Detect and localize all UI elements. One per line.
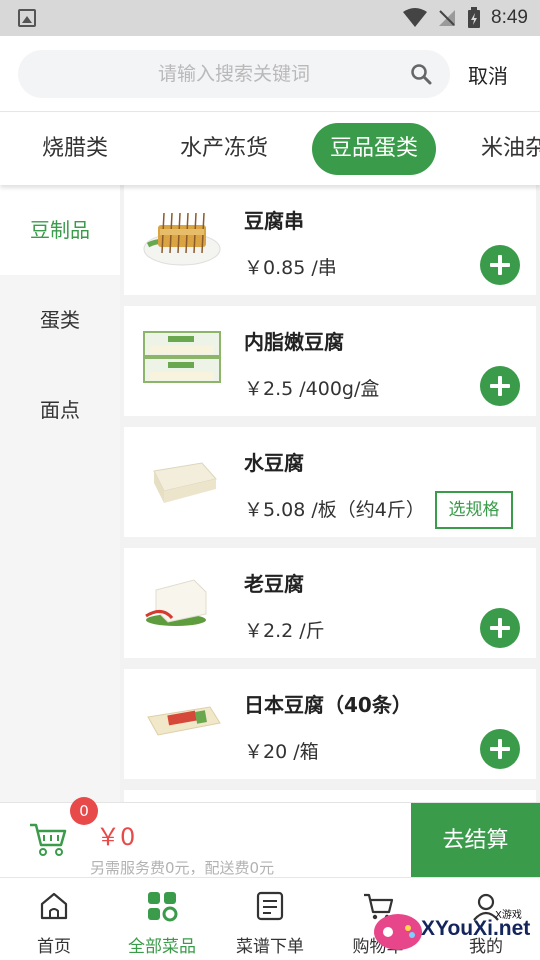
add-to-cart-button[interactable]: [480, 729, 520, 769]
image-notification-icon: [18, 9, 36, 27]
subcategory-sidebar: 豆制品 蛋类 面点: [0, 185, 120, 802]
battery-charging-icon: [468, 7, 481, 28]
search-header: 取消: [0, 36, 540, 112]
search-icon[interactable]: [410, 63, 432, 85]
add-to-cart-button[interactable]: [480, 608, 520, 648]
nav-item-home[interactable]: 首页: [0, 878, 108, 960]
watermark: X游戏 XYouXi.net: [370, 900, 540, 960]
search-box[interactable]: [18, 50, 450, 98]
sidebar-item-pastry[interactable]: 面点: [0, 365, 120, 455]
no-signal-icon: [439, 10, 456, 26]
product-image-japanese-tofu: [147, 706, 221, 736]
nav-label: 菜谱下单: [236, 937, 304, 957]
nav-label: 全部菜品: [128, 937, 196, 957]
product-image-firm-tofu: [145, 579, 207, 626]
checkout-button[interactable]: 去结算: [411, 803, 540, 878]
cart-total: ￥0: [96, 823, 136, 851]
product-image-silken-tofu: [143, 331, 221, 383]
gamepad-logo-icon: [374, 914, 422, 950]
category-tab-active[interactable]: 豆品蛋类: [312, 123, 437, 175]
category-tab[interactable]: 水产冻货: [180, 123, 268, 175]
category-tab[interactable]: 米油杂: [481, 123, 540, 175]
product-price: ￥2.5 /400g/盒: [244, 378, 380, 400]
product-item[interactable]: 老豆腐 ￥2.2 /斤: [124, 548, 536, 658]
product-price: ￥0.85 /串: [244, 257, 337, 279]
product-name: 豆腐串: [244, 209, 304, 233]
add-to-cart-button[interactable]: [480, 245, 520, 285]
product-image-tofu-skewer: [143, 212, 221, 266]
product-name: 内脂嫩豆腐: [244, 330, 344, 354]
product-list[interactable]: 豆腐串 ￥0.85 /串 内脂嫩豆腐 ￥2.5 /400g/盒 水豆腐 ￥5.0…: [120, 185, 540, 802]
cancel-button[interactable]: 取消: [468, 60, 508, 89]
select-spec-button[interactable]: 选规格: [435, 491, 513, 529]
product-item[interactable]: [124, 790, 536, 802]
watermark-text: XYouXi.net: [421, 917, 531, 940]
status-icons: 8:49: [403, 0, 528, 36]
product-item[interactable]: 日本豆腐（40条） ￥20 /箱: [124, 669, 536, 779]
wifi-icon: [403, 8, 428, 27]
product-name: 老豆腐: [244, 572, 304, 596]
product-image-water-tofu: [153, 462, 217, 503]
grid-icon: [148, 892, 178, 922]
cart-icon[interactable]: [28, 819, 68, 859]
product-price: ￥2.2 /斤: [244, 620, 325, 642]
product-price: ￥20 /箱: [244, 741, 319, 763]
home-icon: [40, 892, 68, 920]
cart-bar: 0 ￥0 另需服务费0元，配送费0元 去结算: [0, 797, 540, 878]
product-item[interactable]: 内脂嫩豆腐 ￥2.5 /400g/盒: [124, 306, 536, 416]
nav-label: 首页: [37, 937, 71, 957]
product-item[interactable]: 豆腐串 ￥0.85 /串: [124, 185, 536, 295]
nav-item-all-dishes[interactable]: 全部菜品: [108, 878, 216, 960]
clock: 8:49: [491, 7, 528, 28]
sidebar-item-tofu-products[interactable]: 豆制品: [0, 185, 120, 275]
product-name: 水豆腐: [244, 451, 304, 475]
category-tabs: 烧腊类 水产冻货 豆品蛋类 米油杂: [0, 113, 540, 185]
status-bar: 8:49: [0, 0, 540, 36]
nav-item-recipe-order[interactable]: 菜谱下单: [216, 878, 324, 960]
recipe-icon: [256, 891, 284, 921]
category-tab[interactable]: 烧腊类: [42, 123, 108, 175]
add-to-cart-button[interactable]: [480, 366, 520, 406]
sidebar-item-eggs[interactable]: 蛋类: [0, 275, 120, 365]
cart-count-badge: 0: [70, 797, 98, 825]
product-name: 日本豆腐（40条）: [244, 693, 412, 717]
fee-note: 另需服务费0元，配送费0元: [90, 859, 275, 877]
product-item[interactable]: 水豆腐 ￥5.08 /板（约4斤） 选规格: [124, 427, 536, 537]
search-input[interactable]: [18, 50, 450, 98]
product-price: ￥5.08 /板（约4斤）: [244, 499, 425, 521]
